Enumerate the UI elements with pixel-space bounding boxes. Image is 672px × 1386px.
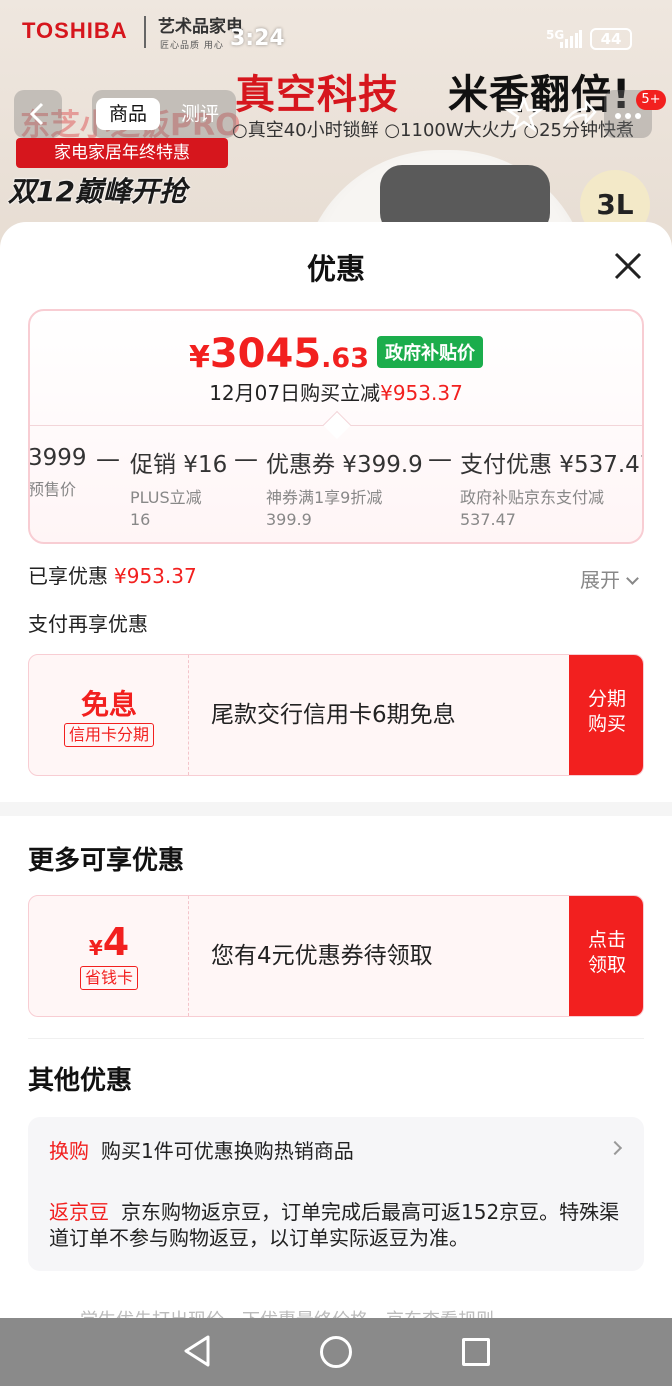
star-icon[interactable]	[504, 94, 544, 134]
sheet-title: 优惠	[306, 252, 365, 286]
tab-review[interactable]: 测评	[168, 98, 232, 130]
promo-headline: 双12巅峰开抢	[8, 175, 187, 208]
breakdown-head: 支付优惠 ¥537.47	[460, 452, 644, 478]
minus-sign: —	[428, 445, 452, 473]
coupon-tag-wrap: 省钱卡	[29, 966, 189, 990]
tab-goods[interactable]: 商品	[96, 98, 160, 130]
divider	[28, 1038, 644, 1039]
trade-in-tag: 换购	[49, 1139, 89, 1163]
claim-coupon-button[interactable]: 点击 领取	[569, 896, 643, 1016]
minus-sign: —	[234, 445, 258, 473]
price-integer: 3045	[209, 331, 322, 377]
back-button[interactable]	[14, 90, 62, 138]
minus-sign: —	[96, 445, 120, 473]
currency-symbol: ¥	[188, 340, 210, 375]
saved-label: 已享优惠	[28, 564, 108, 588]
breakdown-head: 3999	[28, 445, 87, 471]
installment-tag: 信用卡分期	[63, 723, 154, 747]
price-card: ¥3045.63 政府补贴价 12月07日购买立减¥953.37 3999 预售价…	[28, 309, 644, 544]
final-price: ¥3045.63 政府补贴价	[30, 331, 642, 377]
saved-amount: ¥953.37	[114, 564, 197, 588]
chevron-left-icon	[29, 102, 44, 126]
battery-icon: 44	[590, 28, 632, 50]
expand-label: 展开	[580, 568, 620, 592]
coupon-amount: ¥4	[88, 920, 130, 964]
footer-note: 学生优先打出现价，下优惠最终价格，京东查看规则	[80, 1306, 494, 1318]
brand-divider	[144, 16, 146, 48]
breakdown-sub: PLUS立减 16	[130, 488, 202, 529]
top-tabs: 商品 测评	[92, 90, 236, 138]
coupon-text: 您有4元优惠券待领取	[211, 943, 433, 969]
nav-home-icon[interactable]	[320, 1336, 352, 1368]
breakdown-head: 促销 ¥16	[130, 452, 228, 478]
other-offers-title: 其他优惠	[28, 1066, 133, 1096]
chevron-down-icon	[626, 572, 639, 585]
price-breakdown: 3999 预售价 — 促销 ¥16 PLUS立减 16 — 优惠券 ¥399.9 …	[30, 431, 642, 541]
installment-text: 尾款交行信用卡6期免息	[211, 702, 456, 728]
gov-subsidy-badge: 政府补贴价	[377, 336, 484, 368]
breakdown-sub: 神券满1享9折减 399.9	[266, 488, 383, 529]
more-offers-title: 更多可享优惠	[28, 846, 185, 876]
other-offers-box: 换购 购买1件可优惠换购热销商品 返京豆 京东购物返京豆，订单完成后最高可返152京…	[28, 1117, 644, 1271]
installment-buy-button[interactable]: 分期 购买	[569, 655, 643, 775]
coupon-left: ¥4 省钱卡	[29, 896, 189, 1016]
breakdown-item-promo: 促销 ¥16 PLUS立减 16	[130, 445, 227, 531]
signal-icon	[560, 30, 582, 48]
jingdou-text: 京东购物返京豆，订单完成后最高可返152京豆。特殊渠道订单不参与购物返豆，以订单…	[49, 1200, 620, 1250]
breakdown-item-presale: 3999 预售价	[28, 445, 87, 501]
discount-sheet: 优惠 ¥3045.63 政府补贴价 12月07日购买立减¥953.37 3999 …	[0, 222, 672, 1318]
brand-logo: TOSHIBA	[22, 18, 128, 43]
share-icon[interactable]	[558, 94, 598, 134]
pay-extra-title: 支付再享优惠	[28, 612, 148, 636]
trade-in-text: 购买1件可优惠换购热销商品	[101, 1139, 354, 1163]
installment-tag-wrap: 信用卡分期	[29, 723, 189, 747]
nav-recent-icon[interactable]	[462, 1338, 490, 1366]
reduction-label: 12月07日购买立减	[209, 381, 381, 405]
coupon-offer-card[interactable]: ¥4 省钱卡 您有4元优惠券待领取 点击 领取	[28, 895, 644, 1017]
breakdown-sub: 政府补贴京东支付减 537.47	[460, 488, 605, 529]
breakdown-item-payment: 支付优惠 ¥537.47 政府补贴京东支付减 537.47	[460, 445, 644, 531]
jingdou-tag: 返京豆	[49, 1200, 109, 1224]
price-decimal: .63	[321, 343, 370, 374]
breakdown-head: 优惠券 ¥399.9	[266, 452, 423, 478]
trade-in-row[interactable]: 换购 购买1件可优惠换购热销商品	[49, 1135, 354, 1164]
system-nav-bar	[0, 1318, 672, 1386]
breakdown-item-coupon: 优惠券 ¥399.9 神券满1享9折减 399.9	[266, 445, 423, 531]
section-gap	[0, 802, 672, 816]
jingdou-row: 返京豆 京东购物返京豆，订单完成后最高可返152京豆。特殊渠道订单不参与购物返豆，…	[49, 1199, 629, 1251]
notification-badge: 5+	[636, 90, 666, 110]
status-time: 3:24	[230, 26, 285, 51]
installment-offer-card[interactable]: 免息 信用卡分期 尾款交行信用卡6期免息 分期 购买	[28, 654, 644, 776]
close-icon[interactable]	[606, 244, 650, 288]
banner-headline-red: 真空科技	[235, 72, 399, 118]
nav-back-icon[interactable]	[182, 1334, 212, 1368]
installment-main: 免息	[80, 688, 137, 721]
price-reduction: 12月07日购买立减¥953.37	[30, 377, 642, 406]
breakdown-sub: 预售价	[28, 480, 77, 499]
saved-summary: 已享优惠 ¥953.37	[28, 560, 197, 589]
chevron-right-icon[interactable]	[607, 1140, 623, 1156]
promo-label: 家电家居年终特惠	[16, 138, 228, 168]
expand-button[interactable]: 展开	[580, 564, 639, 593]
installment-left: 免息 信用卡分期	[29, 655, 189, 775]
brand-tagline: 匠心品质 用心	[160, 41, 224, 51]
reduction-amount: ¥953.37	[380, 381, 463, 405]
coupon-tag: 省钱卡	[79, 966, 138, 990]
